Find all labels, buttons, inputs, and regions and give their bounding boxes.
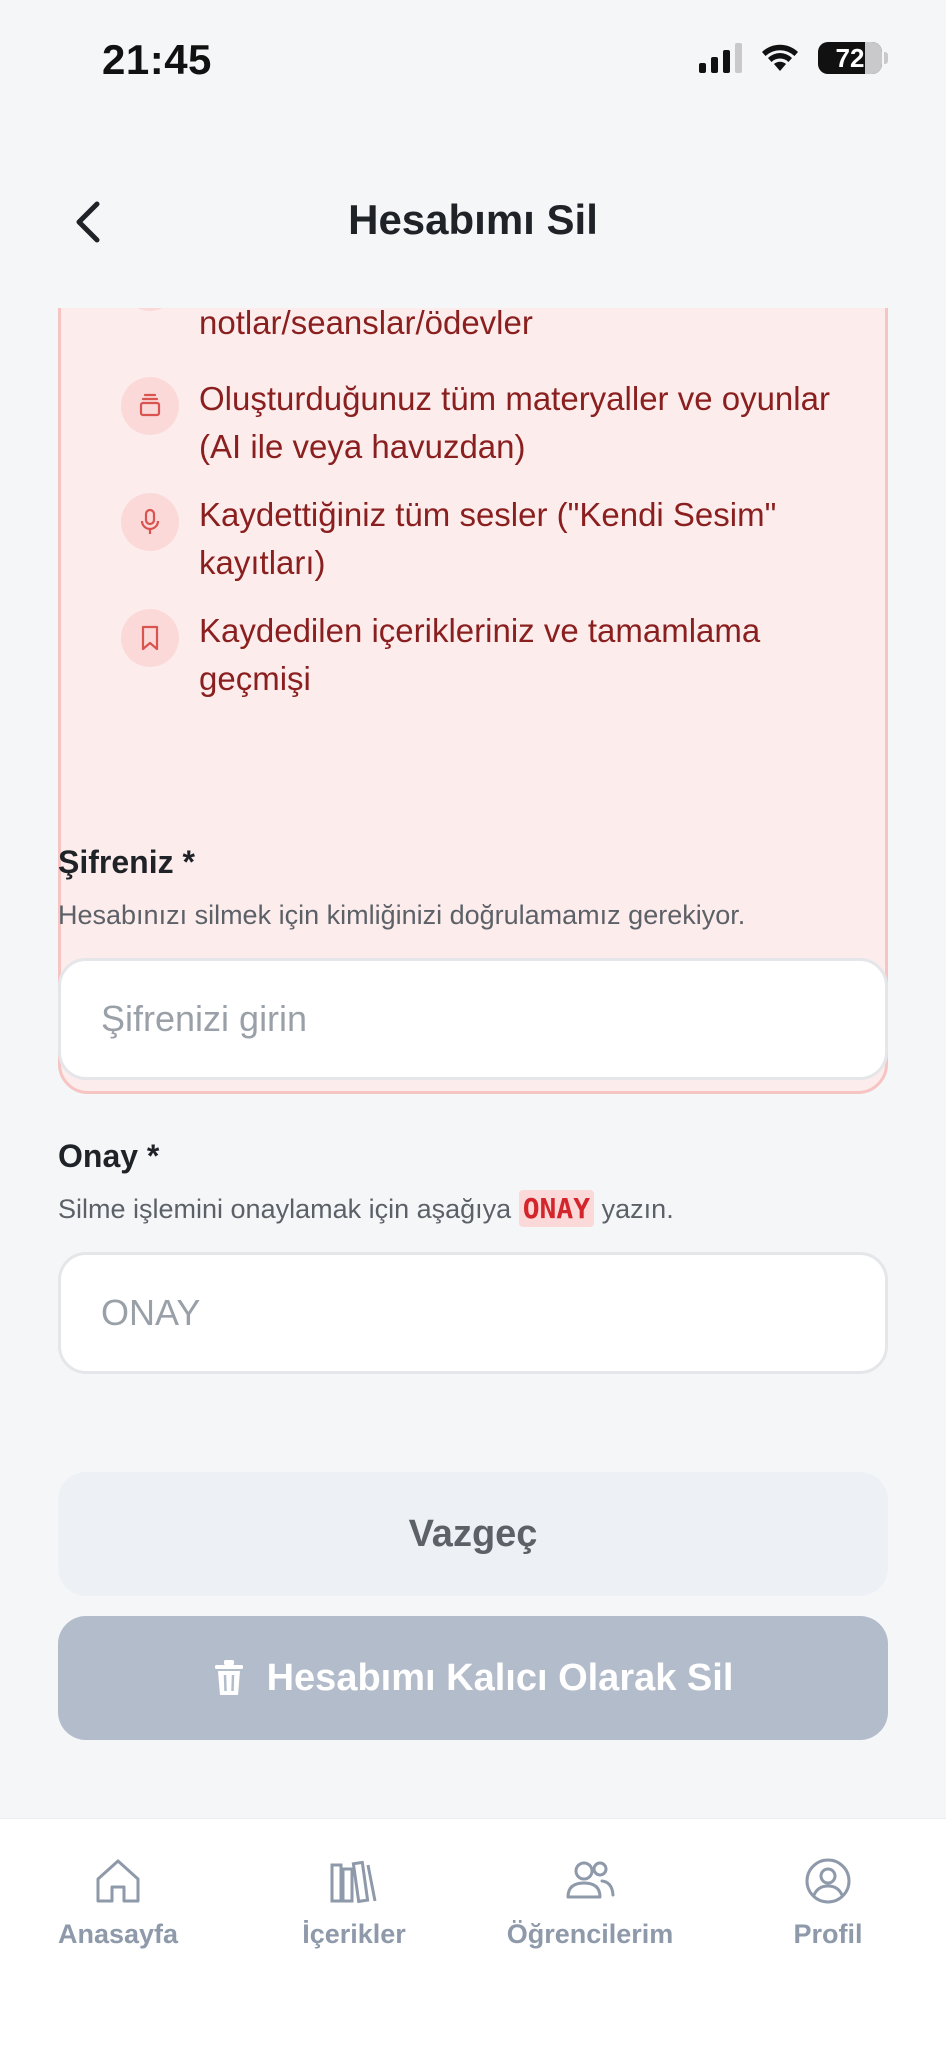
users-icon	[566, 1861, 615, 1899]
cancel-button[interactable]: Vazgeç	[58, 1472, 888, 1596]
password-label: Şifreniz *	[58, 844, 195, 880]
cancel-button-label: Vazgeç	[408, 1512, 538, 1555]
microphone-icon	[121, 493, 179, 551]
tab-profile[interactable]: Profil	[710, 1855, 946, 1950]
tab-contents[interactable]: İçerikler	[236, 1855, 472, 1950]
confirm-help-after: yazın.	[601, 1194, 674, 1224]
warning-item-text: Oluşturduğunuz tüm öğrenciler ve onlara …	[199, 308, 533, 341]
warning-item: Oluşturduğunuz tüm öğrenciler ve onlara …	[121, 308, 861, 347]
tab-label: Öğrencilerim	[506, 1919, 674, 1949]
confirm-help-before: Silme işlemini onaylamak için aşağıya	[58, 1194, 512, 1224]
battery-icon: 72	[818, 42, 888, 74]
confirm-code-chip: ONAY	[518, 1190, 595, 1227]
profile-icon	[805, 1858, 851, 1904]
password-input[interactable]	[58, 958, 888, 1080]
warning-item-text: Kaydedilen içerikleriniz ve tamamlama ge…	[199, 612, 761, 697]
bookmark-icon	[121, 609, 179, 667]
cellular-signal-icon	[699, 43, 742, 73]
home-icon	[96, 1859, 140, 1903]
warning-item-text: Oluşturduğunuz tüm materyaller ve oyunla…	[199, 380, 830, 465]
password-help: Hesabınızı silmek için kimliğinizi doğru…	[58, 900, 746, 930]
students-icon	[121, 308, 179, 311]
confirm-input[interactable]	[58, 1252, 888, 1374]
page-title: Hesabımı Sil	[348, 196, 598, 243]
status-time: 21:45	[102, 36, 212, 83]
delete-account-button[interactable]: Hesabımı Kalıcı Olarak Sil	[58, 1616, 888, 1740]
status-icons: 72	[699, 42, 888, 74]
trash-icon	[214, 1660, 243, 1695]
warning-item: Kaydedilen içerikleriniz ve tamamlama ge…	[121, 607, 861, 703]
warning-item-text: Kaydettiğiniz tüm sesler ("Kendi Sesim" …	[199, 496, 777, 581]
header: Hesabımı Sil	[0, 120, 946, 308]
library-icon	[330, 1860, 377, 1904]
warning-item: Oluşturduğunuz tüm materyaller ve oyunla…	[121, 375, 861, 471]
tab-label: Profil	[793, 1919, 863, 1949]
status-bar: 21:45 72	[0, 0, 946, 120]
tab-bar: Anasayfa İçerikler Öğrencilerim Profil	[0, 1818, 946, 2048]
tab-label: İçerikler	[302, 1919, 406, 1949]
tab-students[interactable]: Öğrencilerim	[472, 1855, 708, 1950]
confirm-help: Silme işlemini onaylamak için aşağıya ON…	[58, 1190, 674, 1227]
confirm-label: Onay *	[58, 1138, 160, 1174]
warning-item: Kaydettiğiniz tüm sesler ("Kendi Sesim" …	[121, 491, 861, 587]
tab-label: Anasayfa	[57, 1919, 179, 1949]
delete-account-button-label: Hesabımı Kalıcı Olarak Sil	[266, 1656, 734, 1699]
battery-level: 72	[835, 42, 865, 73]
tab-home[interactable]: Anasayfa	[0, 1855, 236, 1950]
scroll-content[interactable]: Oluşturduğunuz tüm öğrenciler ve onlara …	[0, 308, 946, 1818]
wifi-icon	[762, 44, 798, 71]
layers-icon	[121, 377, 179, 435]
